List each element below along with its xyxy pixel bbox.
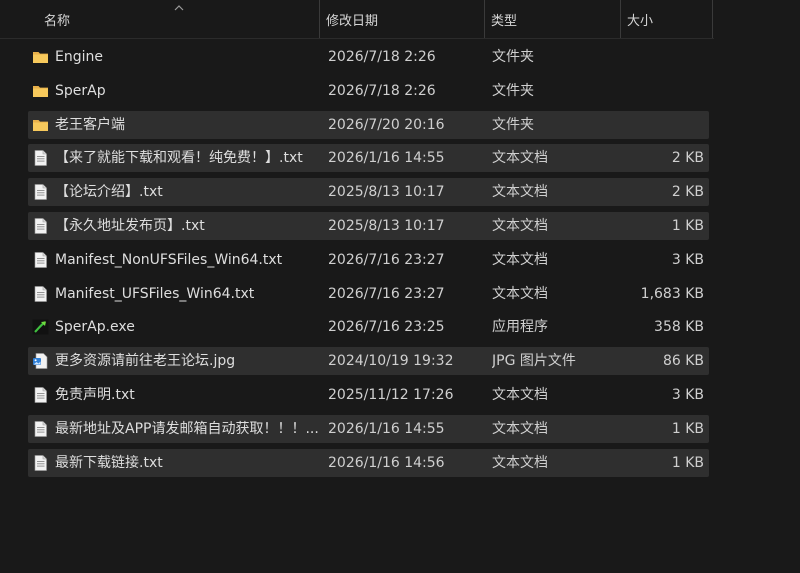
file-type: 文本文档 <box>492 285 548 302</box>
file-modified-date: 2026/7/16 23:25 <box>328 319 445 336</box>
file-size: 1,683 KB <box>640 285 704 302</box>
file-name: SperAp <box>55 82 106 99</box>
text-file-icon <box>32 454 49 471</box>
text-file-icon <box>32 218 49 234</box>
file-size: 2 KB <box>671 150 704 167</box>
file-name: 免责声明.txt <box>55 387 135 403</box>
folder-icon <box>32 117 49 133</box>
file-type: 文本文档 <box>492 150 548 167</box>
app-exe-icon <box>32 319 49 335</box>
column-header-name[interactable]: 名称 <box>38 0 320 38</box>
file-type: 应用程序 <box>492 319 548 336</box>
file-type: 文本文档 <box>492 251 548 268</box>
file-size: 2 KB <box>671 184 704 201</box>
file-size <box>618 111 704 139</box>
file-type: 文本文档 <box>492 184 548 201</box>
file-type: 文本文档 <box>492 420 548 437</box>
text-file-icon <box>32 251 49 268</box>
text-file-icon <box>32 184 49 200</box>
file-row[interactable]: SperAp.exe 2026/7/16 23:25 应用程序 358 KB <box>28 313 709 341</box>
file-type: 文件夹 <box>492 49 534 65</box>
file-modified-date: 2025/8/13 10:17 <box>328 218 445 234</box>
file-modified-date: 2026/7/18 2:26 <box>328 82 436 99</box>
file-modified-date: 2026/1/16 14:55 <box>328 150 445 167</box>
file-row[interactable]: 【永久地址发布页】.txt 2025/8/13 10:17 文本文档 1 KB <box>28 212 709 240</box>
file-name: 【论坛介绍】.txt <box>55 184 163 201</box>
image-file-icon <box>32 353 49 369</box>
file-modified-date: 2025/8/13 10:17 <box>328 184 445 201</box>
file-modified-date: 2026/7/18 2:26 <box>328 49 436 65</box>
file-row[interactable]: Manifest_NonUFSFiles_Win64.txt 2026/7/16 … <box>28 246 709 274</box>
file-size: 1 KB <box>671 454 704 471</box>
file-row[interactable]: 免责声明.txt 2025/11/12 17:26 文本文档 3 KB <box>28 381 709 409</box>
file-row[interactable]: 更多资源请前往老王论坛.jpg 2024/10/19 19:32 JPG 图片文件 8… <box>28 347 709 376</box>
file-row[interactable]: SperAp 2026/7/18 2:26 文件夹 <box>28 77 709 105</box>
file-size: 358 KB <box>654 319 704 336</box>
file-size: 1 KB <box>671 420 704 437</box>
file-explorer: 名称 修改日期 类型 大小 Engine 2026/7/18 2:26 文件夹 Spe… <box>0 0 800 573</box>
file-size: 3 KB <box>671 387 704 403</box>
file-name: Engine <box>55 49 103 65</box>
file-type: 文本文档 <box>492 454 548 471</box>
folder-icon <box>32 49 49 65</box>
column-header-date[interactable]: 修改日期 <box>320 0 485 38</box>
text-file-icon <box>32 420 49 437</box>
file-modified-date: 2026/1/16 14:55 <box>328 420 445 437</box>
file-modified-date: 2024/10/19 19:32 <box>328 353 454 370</box>
file-row[interactable]: 【来了就能下载和观看！纯免费！】.txt 2026/1/16 14:55 文本文档 2… <box>28 144 709 173</box>
column-header-type[interactable]: 类型 <box>485 0 621 38</box>
file-modified-date: 2026/7/20 20:16 <box>328 116 445 133</box>
file-size <box>618 43 704 71</box>
column-header: 名称 修改日期 类型 大小 <box>0 0 714 39</box>
file-modified-date: 2026/1/16 14:56 <box>328 454 445 471</box>
text-file-icon <box>32 387 49 403</box>
file-name: Manifest_NonUFSFiles_Win64.txt <box>55 251 283 268</box>
file-name: 【永久地址发布页】.txt <box>55 218 205 234</box>
file-row[interactable]: 【论坛介绍】.txt 2025/8/13 10:17 文本文档 2 KB <box>28 178 709 207</box>
file-type: JPG 图片文件 <box>492 353 576 370</box>
file-name: 最新地址及APP请发邮箱自动获取！！！... <box>55 420 319 437</box>
column-header-size[interactable]: 大小 <box>621 0 713 38</box>
file-modified-date: 2026/7/16 23:27 <box>328 285 445 302</box>
text-file-icon <box>32 285 49 302</box>
file-type: 文件夹 <box>492 82 534 99</box>
file-name: 最新下载链接.txt <box>55 454 163 471</box>
file-name: 【来了就能下载和观看！纯免费！】.txt <box>55 150 303 167</box>
file-row[interactable]: 最新下载链接.txt 2026/1/16 14:56 文本文档 1 KB <box>28 448 709 477</box>
file-row[interactable]: Engine 2026/7/18 2:26 文件夹 <box>28 43 709 71</box>
file-name: 老王客户端 <box>55 116 125 133</box>
text-file-icon <box>32 150 49 167</box>
file-size: 86 KB <box>662 353 704 370</box>
file-type: 文本文档 <box>492 218 548 234</box>
file-name: 更多资源请前往老王论坛.jpg <box>55 353 236 370</box>
file-type: 文件夹 <box>492 116 534 133</box>
file-size <box>618 77 704 105</box>
file-modified-date: 2026/7/16 23:27 <box>328 251 445 268</box>
file-row[interactable]: 老王客户端 2026/7/20 20:16 文件夹 <box>28 110 709 139</box>
file-name: SperAp.exe <box>55 319 135 336</box>
file-name: Manifest_UFSFiles_Win64.txt <box>55 285 255 302</box>
file-modified-date: 2025/11/12 17:26 <box>328 387 454 403</box>
file-size: 3 KB <box>671 251 704 268</box>
folder-icon <box>32 83 49 99</box>
file-type: 文本文档 <box>492 387 548 403</box>
file-size: 1 KB <box>671 218 704 234</box>
file-row[interactable]: Manifest_UFSFiles_Win64.txt 2026/7/16 23:… <box>28 280 709 308</box>
file-row[interactable]: 最新地址及APP请发邮箱自动获取！！！... 2026/1/16 14:55 文本文… <box>28 414 709 443</box>
